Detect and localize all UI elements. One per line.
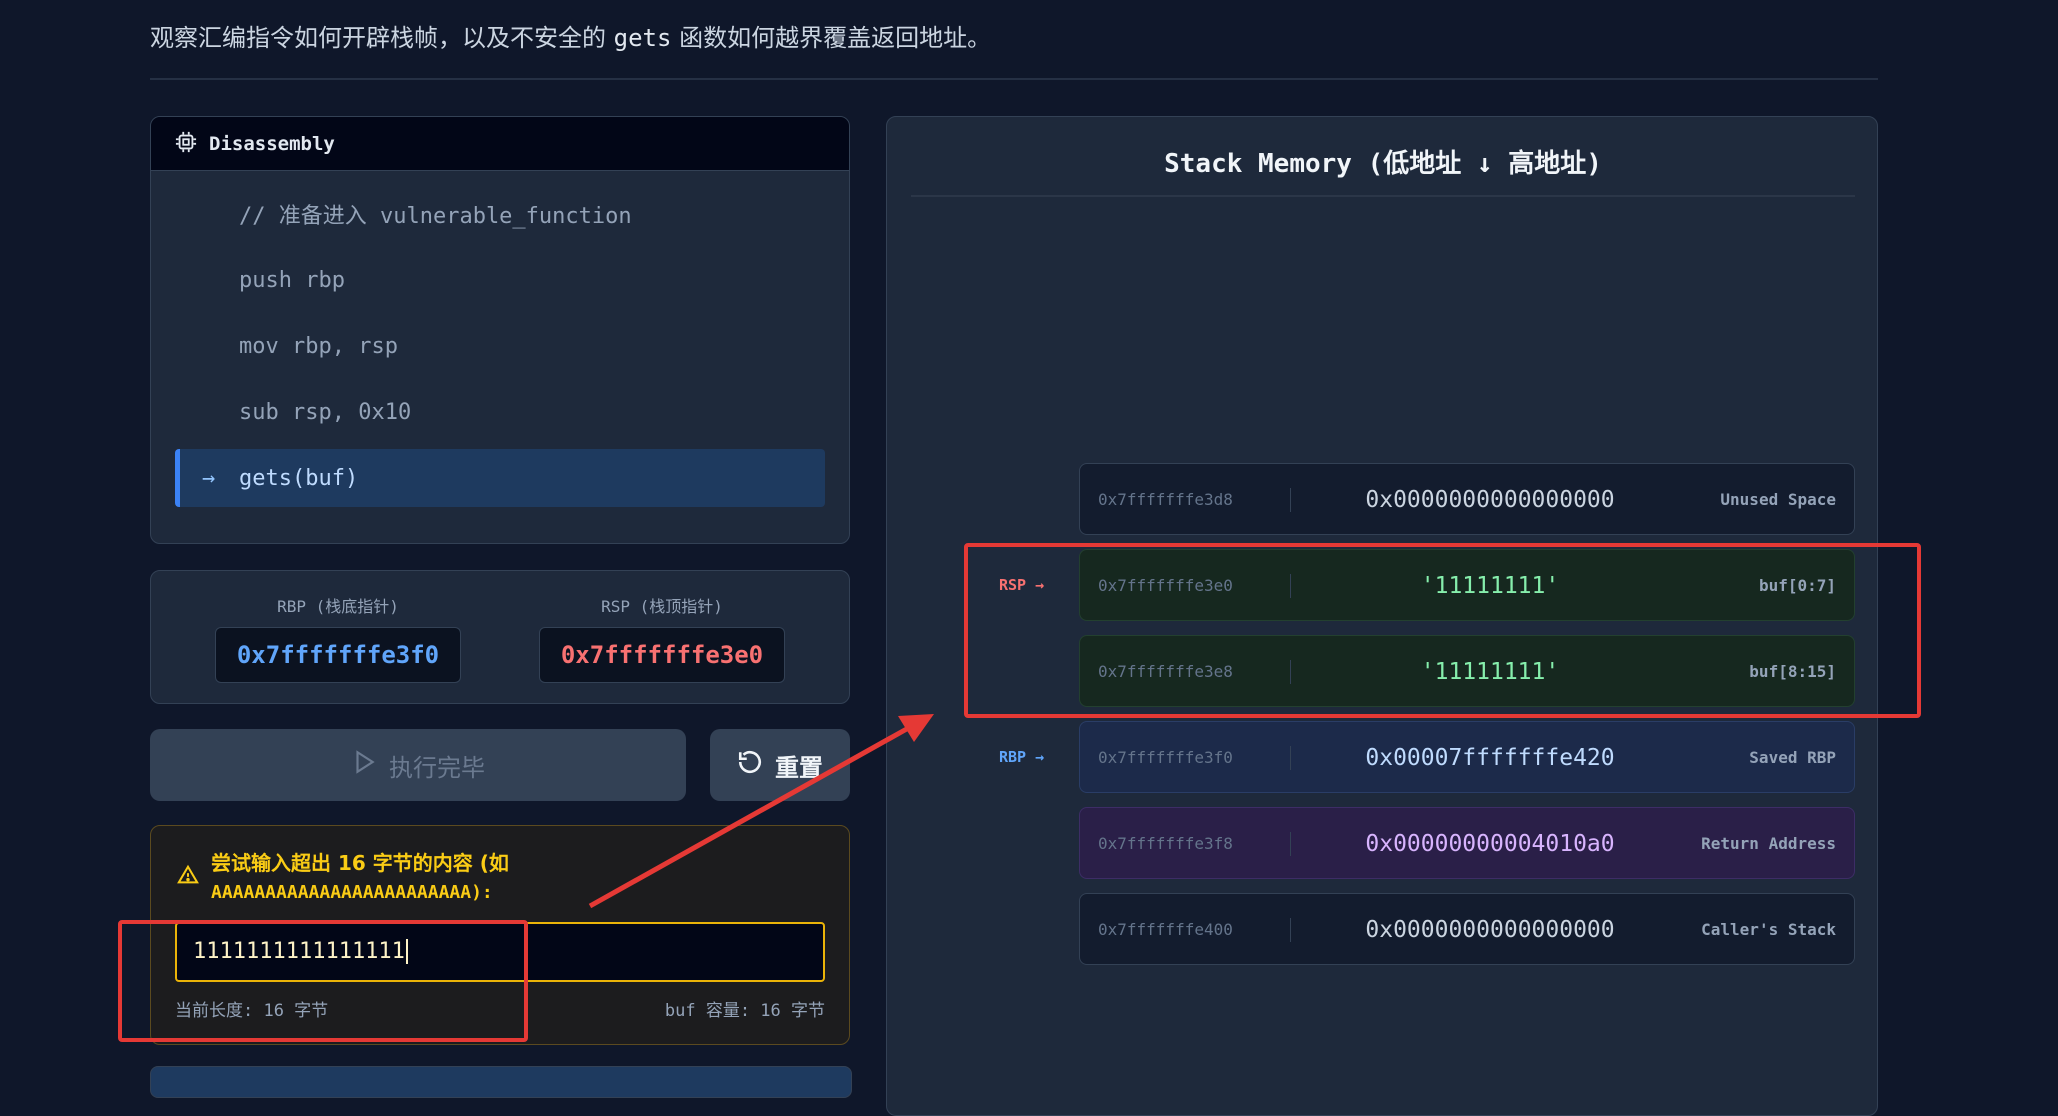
annotation-arrow [588,714,934,909]
